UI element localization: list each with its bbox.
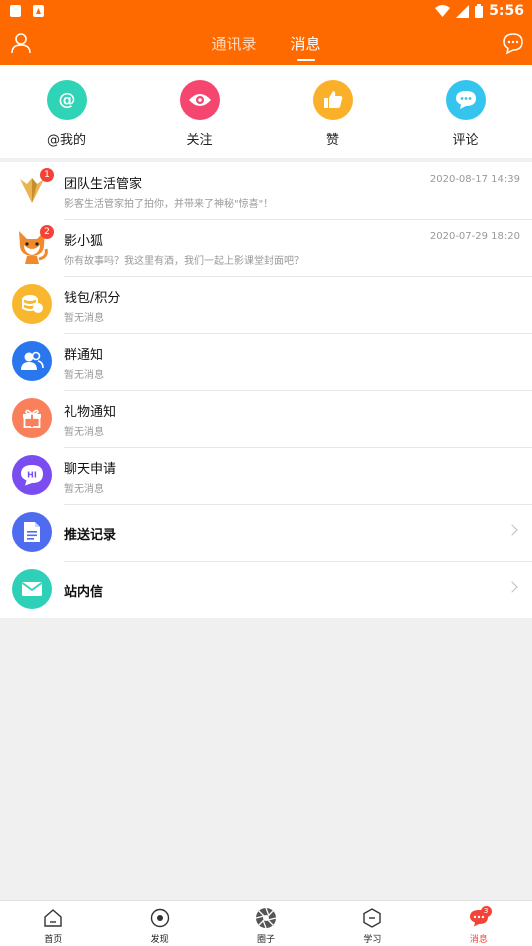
wifi-icon [435, 5, 451, 17]
item-title: 影小狐 [64, 234, 104, 249]
item-title: 推送记录 [64, 528, 117, 543]
item-title: 礼物通知 [64, 405, 117, 420]
item-title: 群通知 [64, 348, 104, 363]
clock: 5:56 [489, 3, 524, 19]
item-subtitle: 暂无消息 [64, 370, 104, 381]
chevron-right-icon [506, 524, 518, 536]
quick-action-label: 评论 [452, 133, 479, 148]
aperture-icon [255, 907, 277, 929]
item-time: 2020-08-17 14:39 [429, 174, 520, 185]
nav-badge: 3 [480, 906, 492, 917]
list-item-push-records[interactable]: 推送记录 [0, 504, 532, 561]
gift-icon [12, 398, 52, 438]
unread-badge: 1 [40, 168, 54, 182]
at-icon: @ [46, 80, 87, 120]
status-bar: 5:56 [0, 0, 532, 24]
chevron-right-icon [506, 581, 518, 593]
svg-text:HI: HI [27, 471, 37, 480]
item-time: 2020-07-29 18:20 [429, 231, 520, 242]
quick-action-comments[interactable]: 评论 [399, 65, 532, 158]
list-item-inbox[interactable]: 站内信 [0, 561, 532, 618]
quick-action-mentions[interactable]: @ @我的 [0, 65, 133, 158]
home-icon [42, 907, 64, 929]
nav-study[interactable]: 学习 [319, 901, 425, 946]
message-list: 1 团队生活管家 影客生活管家拍了拍你，并带来了神秘"惊喜"！ 2020-08-… [0, 162, 532, 618]
item-subtitle: 暂无消息 [64, 427, 104, 438]
list-item[interactable]: 礼物通知 暂无消息 [0, 390, 532, 447]
list-item[interactable]: 钱包/积分 暂无消息 [0, 276, 532, 333]
notification-icon [10, 5, 21, 17]
svg-text:@: @ [58, 90, 75, 110]
nav-label: 首页 [44, 935, 63, 945]
quick-action-label: 赞 [325, 133, 339, 148]
header-tabs: 通讯录 消息 [0, 24, 532, 65]
study-icon [361, 907, 383, 929]
nav-discover[interactable]: 发现 [106, 901, 212, 946]
nav-label: 发现 [150, 935, 169, 945]
quick-action-label: 关注 [186, 133, 213, 148]
list-item[interactable]: HI 聊天申请 暂无消息 [0, 447, 532, 504]
nav-messages[interactable]: 3 消息 [426, 901, 532, 946]
battery-icon [475, 4, 484, 18]
nav-home[interactable]: 首页 [0, 901, 106, 946]
nav-label: 消息 [469, 935, 488, 945]
comment-icon [445, 80, 486, 120]
unread-badge: 2 [40, 225, 54, 239]
item-subtitle: 暂无消息 [64, 313, 104, 324]
item-subtitle: 影客生活管家拍了拍你，并带来了神秘"惊喜"！ [64, 199, 274, 210]
bottom-nav: 首页 发现 圈子 学习 3 消息 [0, 900, 532, 946]
nav-label: 圈子 [257, 935, 276, 945]
nav-circle[interactable]: 圈子 [213, 901, 319, 946]
header: 通讯录 消息 [0, 24, 532, 65]
eye-icon [179, 80, 220, 120]
quick-actions: @ @我的 关注 赞 评论 [0, 65, 532, 158]
mail-icon [12, 569, 52, 609]
list-item[interactable]: 1 团队生活管家 影客生活管家拍了拍你，并带来了神秘"惊喜"！ 2020-08-… [0, 162, 532, 219]
app-notification-icon [33, 5, 44, 17]
hi-bubble-icon: HI [12, 455, 52, 495]
tab-contacts[interactable]: 通讯录 [211, 24, 256, 65]
document-icon [12, 512, 52, 552]
quick-action-label: @我的 [46, 133, 86, 148]
item-title: 团队生活管家 [64, 177, 143, 192]
quick-action-likes[interactable]: 赞 [266, 65, 399, 158]
item-title: 站内信 [64, 585, 104, 600]
item-title: 钱包/积分 [64, 291, 121, 306]
quick-action-follow[interactable]: 关注 [133, 65, 266, 158]
nav-label: 学习 [363, 935, 382, 945]
group-icon [12, 341, 52, 381]
item-subtitle: 暂无消息 [64, 484, 104, 495]
item-subtitle: 你有故事吗？我这里有酒，我们一起上影课堂封面吧？ [64, 256, 304, 267]
discover-icon [149, 907, 171, 929]
thumbs-up-icon [312, 80, 353, 120]
coins-icon [12, 284, 52, 324]
list-item[interactable]: 2 影小狐 你有故事吗？我这里有酒，我们一起上影课堂封面吧？ 2020-07-2… [0, 219, 532, 276]
chat-bubble-icon[interactable] [502, 32, 524, 54]
tab-messages[interactable]: 消息 [291, 24, 321, 65]
item-title: 聊天申请 [64, 462, 117, 477]
list-item[interactable]: 群通知 暂无消息 [0, 333, 532, 390]
signal-icon [456, 4, 470, 18]
